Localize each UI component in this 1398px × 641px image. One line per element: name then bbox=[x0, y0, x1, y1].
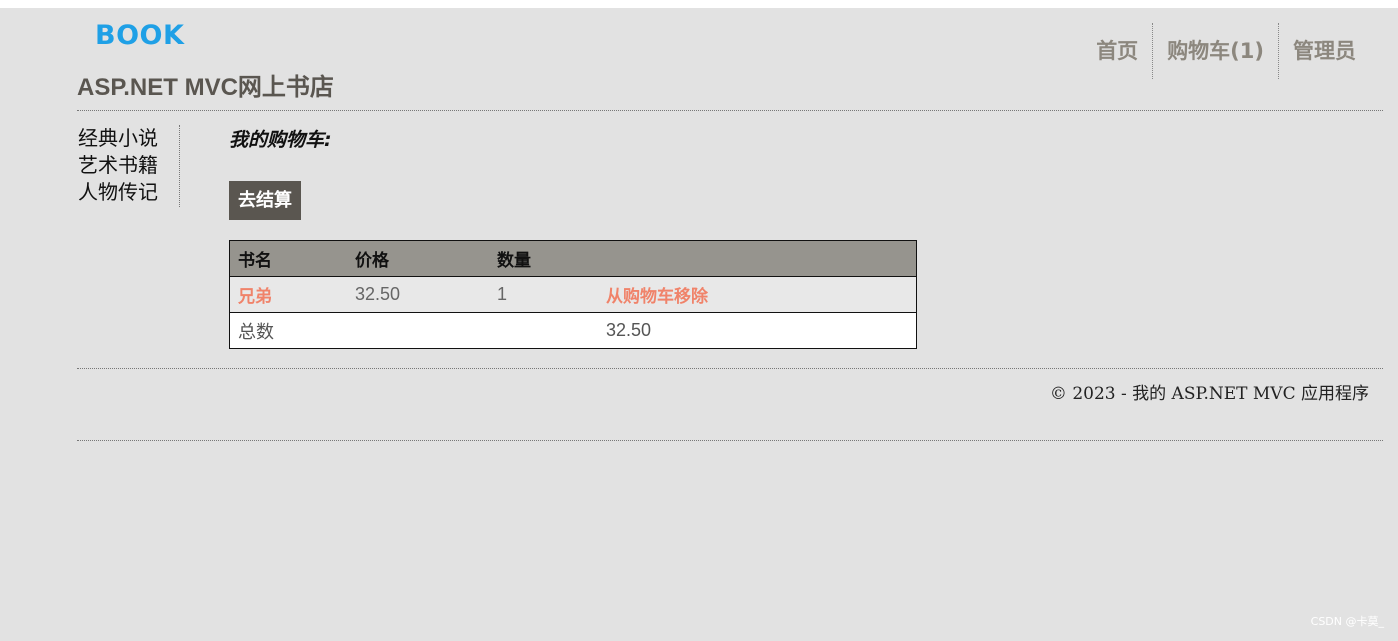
nav-home[interactable]: 首页 bbox=[1082, 23, 1152, 79]
nav-cart[interactable]: 购物车(1) bbox=[1152, 23, 1278, 79]
footer-divider-top bbox=[77, 368, 1383, 369]
checkout-button[interactable]: 去结算 bbox=[229, 181, 301, 220]
column-header-price: 价格 bbox=[347, 240, 489, 277]
total-value: 32.50 bbox=[598, 312, 917, 349]
column-header-title: 书名 bbox=[229, 240, 347, 277]
cart-title: 我的购物车: bbox=[229, 129, 332, 151]
column-header-action bbox=[598, 240, 917, 277]
sidebar-item-art-books[interactable]: 艺术书籍 bbox=[77, 152, 179, 179]
cell-price: 32.50 bbox=[347, 276, 489, 313]
watermark: CSDN @卡莫_ bbox=[1310, 615, 1384, 628]
cell-title: 兄弟 bbox=[229, 276, 347, 313]
sidebar: 经典小说 艺术书籍 人物传记 bbox=[77, 125, 180, 207]
nav-admin[interactable]: 管理员 bbox=[1278, 23, 1370, 79]
page: BOOK ASP.NET MVC网上书店 首页 购物车(1) 管理员 经典小说 … bbox=[0, 8, 1398, 641]
footer-divider-bottom bbox=[77, 440, 1383, 441]
sidebar-item-biographies[interactable]: 人物传记 bbox=[77, 179, 179, 206]
footer-copyright: © 2023 - 我的 ASP.NET MVC 应用程序 bbox=[1049, 384, 1369, 404]
table-row: 兄弟 32.50 1 从购物车移除 bbox=[229, 276, 917, 313]
table-total-row: 总数 32.50 bbox=[229, 312, 917, 349]
logo[interactable]: BOOK bbox=[95, 20, 184, 52]
top-nav: 首页 购物车(1) 管理员 bbox=[1082, 23, 1370, 79]
site-title: ASP.NET MVC网上书店 bbox=[77, 74, 334, 101]
cell-action: 从购物车移除 bbox=[598, 276, 917, 313]
remove-from-cart-link[interactable]: 从购物车移除 bbox=[606, 287, 708, 307]
sidebar-item-classic-novels[interactable]: 经典小说 bbox=[77, 125, 179, 152]
column-header-quantity: 数量 bbox=[489, 240, 598, 277]
cell-quantity: 1 bbox=[489, 276, 598, 313]
book-title-link[interactable]: 兄弟 bbox=[238, 287, 272, 307]
header-divider bbox=[77, 110, 1383, 111]
cart-table: 书名 价格 数量 兄弟 32.50 1 从购物车移除 总数 32.50 bbox=[229, 240, 917, 349]
total-label: 总数 bbox=[229, 312, 347, 349]
table-header-row: 书名 价格 数量 bbox=[229, 240, 917, 277]
